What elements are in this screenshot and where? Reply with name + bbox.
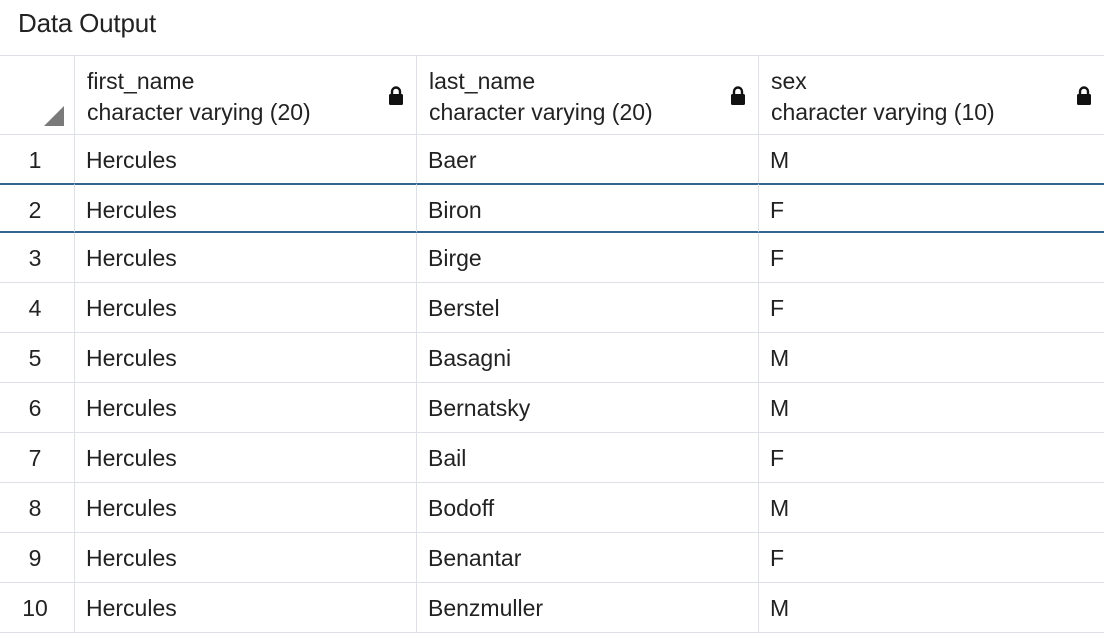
panel-title: Data Output (18, 8, 156, 38)
cell-sex[interactable]: F (759, 283, 1104, 333)
cell-last-name[interactable]: Bail (417, 433, 759, 483)
lock-icon (731, 86, 745, 105)
column-header-sex[interactable]: sex character varying (10) (759, 56, 1104, 135)
cell-last-name[interactable]: Bodoff (417, 483, 759, 533)
column-type: character varying (20) (429, 99, 653, 125)
row-number[interactable]: 1 (0, 135, 75, 185)
cell-last-name[interactable]: Benantar (417, 533, 759, 583)
row-number[interactable]: 4 (0, 283, 75, 333)
row-number[interactable]: 7 (0, 433, 75, 483)
table-row[interactable]: 5 Hercules Basagni M (0, 333, 1104, 383)
cell-last-name[interactable]: Bernatsky (417, 383, 759, 433)
column-type: character varying (10) (771, 99, 995, 125)
column-header-first-name[interactable]: first_name character varying (20) (75, 56, 417, 135)
panel-header: Data Output (0, 0, 1104, 56)
cell-first-name[interactable]: Hercules (75, 433, 417, 483)
column-name: sex (771, 68, 807, 94)
row-number[interactable]: 5 (0, 333, 75, 383)
row-number[interactable]: 6 (0, 383, 75, 433)
cell-last-name[interactable]: Biron (417, 183, 759, 233)
table-row[interactable]: 3 Hercules Birge F (0, 233, 1104, 283)
cell-first-name[interactable]: Hercules (75, 283, 417, 333)
cell-sex[interactable]: M (759, 333, 1104, 383)
table-row-selected[interactable]: 2 Hercules Biron F (0, 183, 1104, 233)
grid-header-row: first_name character varying (20) last_n… (0, 56, 1104, 135)
column-name: first_name (87, 68, 195, 94)
table-row[interactable]: 1 Hercules Baer M (0, 135, 1104, 185)
cell-first-name[interactable]: Hercules (75, 233, 417, 283)
row-number[interactable]: 8 (0, 483, 75, 533)
cell-first-name[interactable]: Hercules (75, 483, 417, 533)
cell-first-name[interactable]: Hercules (75, 583, 417, 633)
cell-first-name[interactable]: Hercules (75, 533, 417, 583)
row-number[interactable]: 2 (0, 183, 75, 233)
column-header-last-name[interactable]: last_name character varying (20) (417, 56, 759, 135)
cell-last-name[interactable]: Baer (417, 135, 759, 185)
lock-icon (389, 86, 403, 105)
cell-sex[interactable]: M (759, 483, 1104, 533)
cell-sex[interactable]: F (759, 533, 1104, 583)
cell-last-name[interactable]: Birge (417, 233, 759, 283)
column-type: character varying (20) (87, 99, 311, 125)
row-number[interactable]: 9 (0, 533, 75, 583)
select-all-triangle-icon (44, 106, 64, 126)
table-row[interactable]: 10 Hercules Benzmuller M (0, 583, 1104, 633)
cell-first-name[interactable]: Hercules (75, 333, 417, 383)
table-row[interactable]: 9 Hercules Benantar F (0, 533, 1104, 583)
cell-sex[interactable]: M (759, 383, 1104, 433)
cell-first-name[interactable]: Hercules (75, 383, 417, 433)
row-number[interactable]: 3 (0, 233, 75, 283)
table-row[interactable]: 7 Hercules Bail F (0, 433, 1104, 483)
lock-icon (1077, 86, 1091, 105)
cell-sex[interactable]: F (759, 433, 1104, 483)
table-row[interactable]: 6 Hercules Bernatsky M (0, 383, 1104, 433)
cell-first-name[interactable]: Hercules (75, 183, 417, 233)
select-all-corner[interactable] (0, 56, 75, 135)
cell-sex[interactable]: M (759, 135, 1104, 185)
table-row[interactable]: 8 Hercules Bodoff M (0, 483, 1104, 533)
cell-last-name[interactable]: Berstel (417, 283, 759, 333)
table-row[interactable]: 4 Hercules Berstel F (0, 283, 1104, 333)
column-name: last_name (429, 68, 536, 94)
row-number[interactable]: 10 (0, 583, 75, 633)
cell-sex[interactable]: F (759, 233, 1104, 283)
data-grid: first_name character varying (20) last_n… (0, 56, 1104, 633)
cell-sex[interactable]: M (759, 583, 1104, 633)
cell-sex[interactable]: F (759, 183, 1104, 233)
cell-first-name[interactable]: Hercules (75, 135, 417, 185)
cell-last-name[interactable]: Benzmuller (417, 583, 759, 633)
cell-last-name[interactable]: Basagni (417, 333, 759, 383)
